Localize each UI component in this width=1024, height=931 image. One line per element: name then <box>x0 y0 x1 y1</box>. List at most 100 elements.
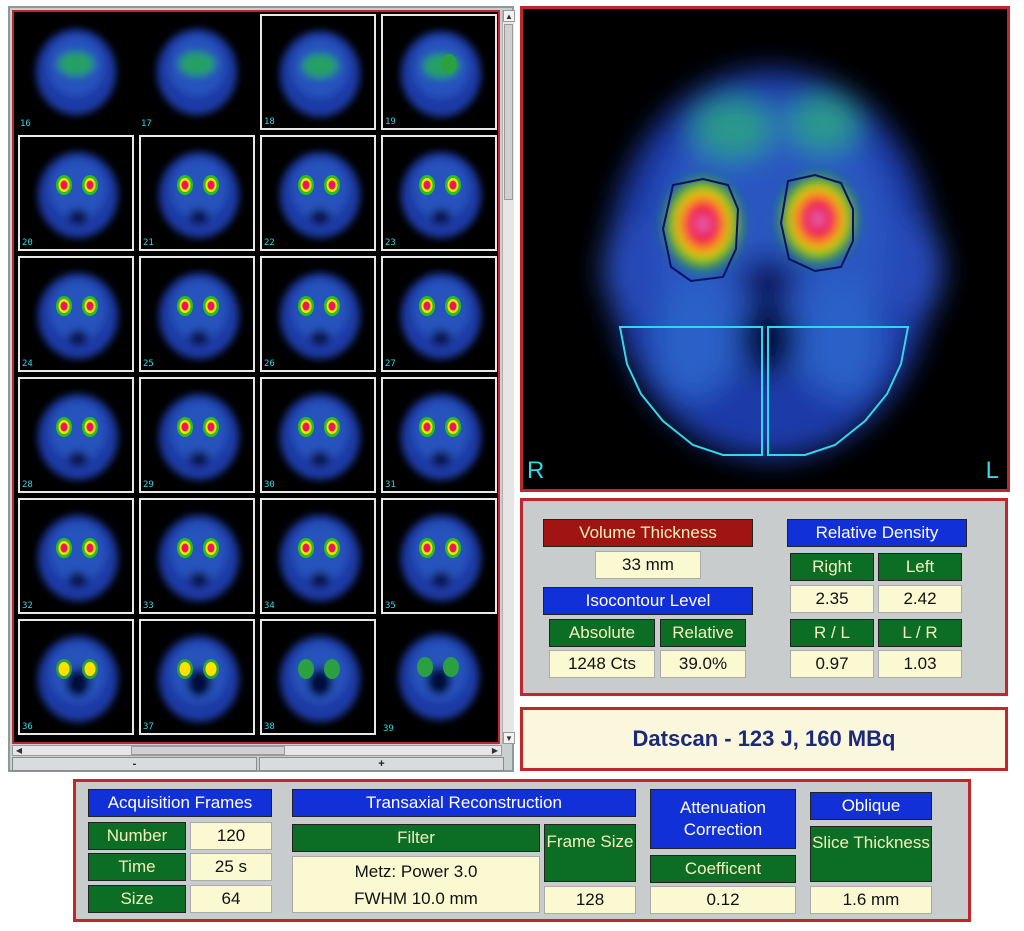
slice-thumbnail[interactable]: 37 <box>139 619 255 735</box>
number-value: 120 <box>190 822 272 850</box>
right-label: Right <box>790 553 874 581</box>
slice-thumbnail[interactable]: 22 <box>260 135 376 251</box>
scroll-left-arrow-icon[interactable]: ◀ <box>13 745 25 756</box>
relative-density-label: Relative Density <box>787 519 967 547</box>
slice-thumbnail[interactable]: 24 <box>18 256 134 372</box>
slice-thumbnail[interactable]: 29 <box>139 377 255 493</box>
absolute-value: 1248 Cts <box>549 650 655 678</box>
slice-thumbnail[interactable]: 30 <box>260 377 376 493</box>
coefficient-value: 0.12 <box>650 886 796 914</box>
slice-thumbnail[interactable]: 28 <box>18 377 134 493</box>
slice-number-label: 37 <box>143 722 154 732</box>
zoom-out-button[interactable]: - <box>12 757 257 771</box>
slice-thumbnail-image <box>38 394 118 480</box>
relative-value: 39.0% <box>660 650 746 678</box>
lr-ratio-value: 1.03 <box>878 650 962 678</box>
attenuation-correction-header: Attenuation Correction <box>650 789 796 849</box>
time-value: 25 s <box>190 853 272 881</box>
coefficient-label: Coefficent <box>650 855 796 883</box>
slice-thumbnail-image <box>159 152 239 238</box>
slice-thumbnail-image <box>401 273 481 359</box>
slice-thumbnail-image <box>401 31 481 117</box>
horizontal-scrollbar[interactable]: ◀ ▶ <box>12 745 502 756</box>
lr-ratio-label: L / R <box>878 619 962 647</box>
slice-number-label: 28 <box>22 480 33 490</box>
slice-thumbnail-image <box>38 515 118 601</box>
slice-thumbnail[interactable]: 36 <box>18 619 134 735</box>
slice-grid-panel: 16 17 18 19 20 21 22 23 24 25 26 27 28 29 30 31 32 33 34 35… <box>8 6 515 772</box>
orientation-left-label: L <box>985 457 999 484</box>
rl-ratio-label: R / L <box>790 619 874 647</box>
slice-thumbnail[interactable]: 32 <box>18 498 134 614</box>
volume-thickness-value: 33 mm <box>595 551 701 579</box>
size-value: 64 <box>190 885 272 913</box>
slice-thumbnail-grid: 16 17 18 19 20 21 22 23 24 25 26 27 28 29 30 31 32 33 34 35… <box>12 10 500 744</box>
transaxial-slice-view[interactable]: R L <box>520 6 1010 492</box>
filter-value-2: FWHM 10.0 mm <box>292 886 540 913</box>
slice-thumbnail[interactable]: 19 <box>381 14 497 130</box>
slice-number-label: 34 <box>264 601 275 611</box>
slice-thumbnail[interactable]: 17 <box>139 14 255 130</box>
slice-number-label: 36 <box>22 722 33 732</box>
slice-thumbnail-image <box>399 634 479 720</box>
filter-value-1: Metz: Power 3.0 <box>292 856 540 888</box>
slice-thumbnail[interactable]: 26 <box>260 256 376 372</box>
frame-size-label: Frame Size <box>544 824 636 882</box>
frame-size-value: 128 <box>544 886 636 914</box>
slice-thumbnail-image <box>38 636 118 722</box>
slice-number-label: 39 <box>383 724 394 734</box>
slice-number-label: 20 <box>22 238 33 248</box>
slice-number-label: 22 <box>264 238 275 248</box>
scroll-right-arrow-icon[interactable]: ▶ <box>489 745 501 756</box>
slice-thumbnail-image <box>280 273 360 359</box>
absolute-label: Absolute <box>549 619 655 647</box>
brain-scan-image <box>603 69 943 459</box>
slice-thumbnail-image <box>401 515 481 601</box>
slice-thumbnail-image <box>280 515 360 601</box>
acquisition-parameters-panel: Acquisition Frames Number 120 Time 25 s … <box>73 779 971 922</box>
slice-thumbnail[interactable]: 31 <box>381 377 497 493</box>
slice-thumbnail[interactable]: 35 <box>381 498 497 614</box>
slice-thumbnail-image <box>157 29 237 115</box>
slice-thumbnail[interactable]: 18 <box>260 14 376 130</box>
slice-thumbnail-image <box>280 636 360 722</box>
slice-thumbnail-image <box>159 394 239 480</box>
slice-thumbnail-image <box>280 31 360 117</box>
slice-thumbnail[interactable]: 21 <box>139 135 255 251</box>
slice-thickness-value: 1.6 mm <box>810 886 932 914</box>
slice-thumbnail[interactable]: 34 <box>260 498 376 614</box>
slice-number-label: 29 <box>143 480 154 490</box>
horizontal-scroll-thumb[interactable] <box>131 746 285 755</box>
scroll-up-arrow-icon[interactable]: ▲ <box>503 10 515 22</box>
time-label: Time <box>88 853 186 881</box>
zoom-in-button[interactable]: + <box>259 757 504 771</box>
right-value: 2.35 <box>790 585 874 613</box>
slice-thumbnail[interactable]: 16 <box>18 14 134 130</box>
slice-thumbnail[interactable]: 25 <box>139 256 255 372</box>
slice-thumbnail[interactable]: 27 <box>381 256 497 372</box>
acquisition-frames-header: Acquisition Frames <box>88 789 272 817</box>
slice-thumbnail[interactable]: 33 <box>139 498 255 614</box>
slice-thumbnail-image <box>38 273 118 359</box>
scroll-down-arrow-icon[interactable]: ▼ <box>503 732 515 744</box>
slice-thumbnail-image <box>280 152 360 238</box>
vertical-scrollbar[interactable]: ▲ ▼ <box>502 10 515 744</box>
slice-number-label: 32 <box>22 601 33 611</box>
vertical-scroll-thumb[interactable] <box>504 24 513 200</box>
volume-thickness-label: Volume Thickness <box>543 519 753 547</box>
slice-number-label: 18 <box>264 117 275 127</box>
left-label: Left <box>878 553 962 581</box>
measurement-panel: Volume Thickness 33 mm Isocontour Level … <box>520 498 1008 696</box>
size-label: Size <box>88 885 186 913</box>
slice-thumbnail-image <box>36 29 116 115</box>
rl-ratio-value: 0.97 <box>790 650 874 678</box>
oblique-header: Oblique <box>810 792 932 820</box>
slice-number-label: 27 <box>385 359 396 369</box>
slice-number-label: 38 <box>264 722 275 732</box>
slice-thumbnail[interactable]: 38 <box>260 619 376 735</box>
slice-thumbnail[interactable]: 20 <box>18 135 134 251</box>
slice-thumbnail[interactable]: 23 <box>381 135 497 251</box>
slice-number-label: 21 <box>143 238 154 248</box>
isocontour-level-label: Isocontour Level <box>543 587 753 615</box>
slice-thumbnail[interactable]: 39 <box>381 619 497 735</box>
